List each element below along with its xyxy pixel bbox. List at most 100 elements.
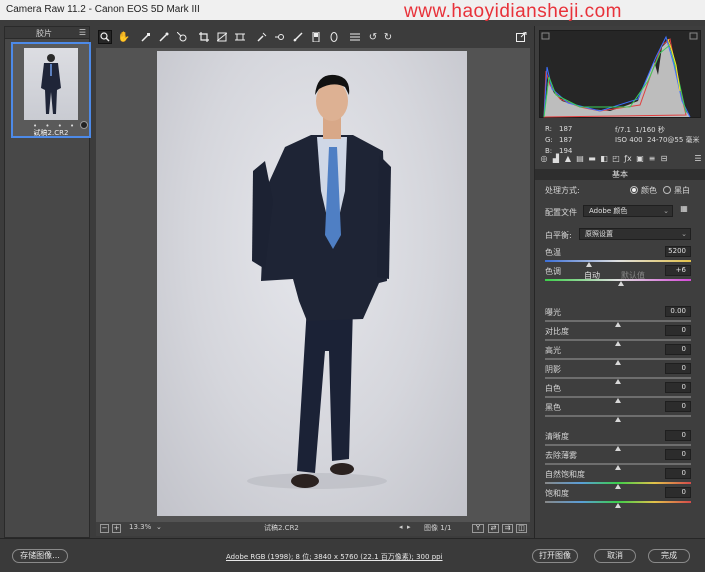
image-count: 图像 1/1 — [424, 524, 452, 532]
zoom-tool-icon[interactable] — [98, 30, 112, 44]
cancel-button[interactable]: 取消 — [594, 549, 636, 563]
slider-value-field[interactable]: 0 — [665, 382, 691, 393]
slider-thumb[interactable] — [615, 341, 621, 346]
slider-thumb[interactable] — [585, 262, 592, 267]
tab-calibration-icon[interactable]: ▣ — [635, 154, 645, 164]
next-image-icon[interactable]: ▸ — [407, 523, 411, 531]
slider-value-field[interactable]: +6 — [665, 265, 691, 276]
slider-thumb[interactable] — [615, 465, 621, 470]
done-button[interactable]: 完成 — [648, 549, 690, 563]
radial-filter-tool-icon[interactable] — [327, 30, 341, 44]
hand-tool-icon[interactable]: ✋ — [117, 30, 131, 44]
spot-removal-tool-icon[interactable] — [255, 30, 269, 44]
adjustment-brush-tool-icon[interactable] — [291, 30, 305, 44]
open-in-photoshop-icon[interactable] — [514, 30, 528, 44]
slider-thumb[interactable] — [615, 322, 621, 327]
slider-thumb[interactable] — [615, 446, 621, 451]
auto-link[interactable]: 自动 — [584, 270, 600, 281]
tab-snapshots-icon[interactable]: ⊟ — [659, 154, 669, 164]
default-link[interactable]: 默认值 — [621, 270, 645, 281]
window-title: Camera Raw 11.2 - Canon EOS 5D Mark III — [6, 4, 200, 15]
r-label: R: — [545, 125, 553, 133]
slider-thumb[interactable] — [615, 398, 621, 403]
rotate-ccw-icon[interactable]: ↺ — [366, 30, 380, 44]
tab-transform-icon[interactable]: ◰ — [611, 154, 621, 164]
slider-value-field[interactable]: 5200 — [665, 246, 691, 257]
tab-basic-icon[interactable]: ◎ — [539, 154, 549, 164]
crop-tool-icon[interactable] — [197, 30, 211, 44]
filmstrip-thumbnail[interactable]: • • • • • 试稿2.CR2 — [11, 42, 91, 138]
transform-tool-icon[interactable] — [233, 30, 247, 44]
zoom-out-icon[interactable]: − — [100, 524, 109, 533]
slider-value-field[interactable]: 0 — [665, 468, 691, 479]
tab-presets-icon[interactable]: ≡ — [647, 154, 657, 164]
slider-value-field[interactable]: 0 — [665, 363, 691, 374]
slider-value-field[interactable]: 0 — [665, 344, 691, 355]
open-image-button[interactable]: 打开图像 — [532, 549, 578, 563]
watermark: www.haoyidiansheji.com — [404, 1, 622, 22]
slider-thumb[interactable] — [615, 417, 621, 422]
slider-thumb[interactable] — [615, 484, 621, 489]
profile-browser-icon[interactable]: ▦ — [677, 204, 691, 218]
tab-split-toning-icon[interactable]: ▬ — [587, 154, 597, 164]
slider-value-field[interactable]: 0 — [665, 325, 691, 336]
color-sampler-tool-icon[interactable] — [157, 30, 171, 44]
white-balance-tool-icon[interactable] — [139, 30, 153, 44]
filmstrip-label: 胶片 — [36, 29, 52, 38]
rotate-cw-icon[interactable]: ↻ — [381, 30, 395, 44]
tab-effects-icon[interactable]: ƒx — [623, 154, 633, 164]
tab-detail-icon[interactable]: ▲ — [563, 154, 573, 164]
tab-lens-icon[interactable]: ◧ — [599, 154, 609, 164]
graduated-filter-tool-icon[interactable] — [309, 30, 323, 44]
slider-thumb[interactable] — [617, 281, 624, 286]
slider-label: 高光 — [545, 346, 561, 355]
tab-tone-curve-icon[interactable]: ▟ — [551, 154, 561, 164]
toggle-default-icon[interactable]: ◫ — [516, 524, 527, 533]
treatment-bw-radio[interactable] — [663, 186, 671, 194]
zoom-in-icon[interactable]: + — [112, 524, 121, 533]
slider-thumb[interactable] — [615, 360, 621, 365]
preferences-icon[interactable] — [348, 30, 362, 44]
slider-value-field[interactable]: 0 — [665, 487, 691, 498]
compare-toggle[interactable]: Y — [472, 524, 484, 533]
slider-label: 自然饱和度 — [545, 470, 585, 479]
zoom-dropdown-icon[interactable]: ⌄ — [156, 523, 162, 531]
filmstrip-panel: 胶片 ☰ • • • • • 试稿2.CR2 — [4, 26, 91, 538]
slider-label: 清晰度 — [545, 432, 569, 441]
thumbnail-image — [24, 48, 78, 120]
panel-menu-icon[interactable]: ☰ — [693, 154, 703, 164]
white-balance-value: 原照设置 — [585, 230, 613, 238]
save-image-button[interactable]: 存储图像... — [12, 549, 68, 563]
adjustment-panel: R: 187 G: 187 B: 194 f/7.1 1/160 秒 ISO 400 … — [534, 26, 705, 538]
slider-value-field[interactable]: 0 — [665, 401, 691, 412]
slider-label: 曝光 — [545, 308, 561, 317]
tab-hsl-icon[interactable]: ▤ — [575, 154, 585, 164]
g-label: G: — [545, 136, 553, 144]
copy-settings-icon[interactable]: ⇉ — [502, 524, 513, 533]
slider-track[interactable] — [545, 260, 691, 262]
red-eye-tool-icon[interactable] — [273, 30, 287, 44]
slider-value-field[interactable]: 0 — [665, 430, 691, 441]
iso: ISO 400 — [615, 136, 643, 144]
slider-thumb[interactable] — [615, 503, 621, 508]
canvas-status-bar: − + 13.3% ⌄ 试稿2.CR2 ◂ ▸ 图像 1/1 Y ⇄ ⇉ ◫ — [96, 522, 530, 536]
white-balance-dropdown[interactable]: 原照设置 ⌄ — [579, 228, 691, 240]
filmstrip-menu-icon[interactable]: ☰ — [79, 28, 86, 37]
white-balance-label: 白平衡: — [545, 231, 572, 240]
treatment-color-radio[interactable] — [630, 186, 638, 194]
g-value: 187 — [559, 136, 573, 144]
slider-value-field[interactable]: 0.00 — [665, 306, 691, 317]
slider-label: 对比度 — [545, 327, 569, 336]
slider-thumb[interactable] — [615, 379, 621, 384]
treatment-bw-label: 黑白 — [674, 186, 690, 195]
canvas-filename: 试稿2.CR2 — [264, 524, 299, 532]
image-canvas[interactable] — [96, 48, 530, 522]
straighten-tool-icon[interactable] — [215, 30, 229, 44]
target-adjustment-tool-icon[interactable] — [175, 30, 189, 44]
workflow-options-link[interactable]: Adobe RGB (1998); 8 位; 3840 x 5760 (22.1… — [226, 552, 443, 562]
profile-dropdown[interactable]: Adobe 颜色 ⌄ — [583, 205, 673, 217]
zoom-level[interactable]: 13.3% — [129, 523, 151, 531]
prev-image-icon[interactable]: ◂ — [399, 523, 403, 531]
swap-view-icon[interactable]: ⇄ — [488, 524, 499, 533]
slider-value-field[interactable]: 0 — [665, 449, 691, 460]
